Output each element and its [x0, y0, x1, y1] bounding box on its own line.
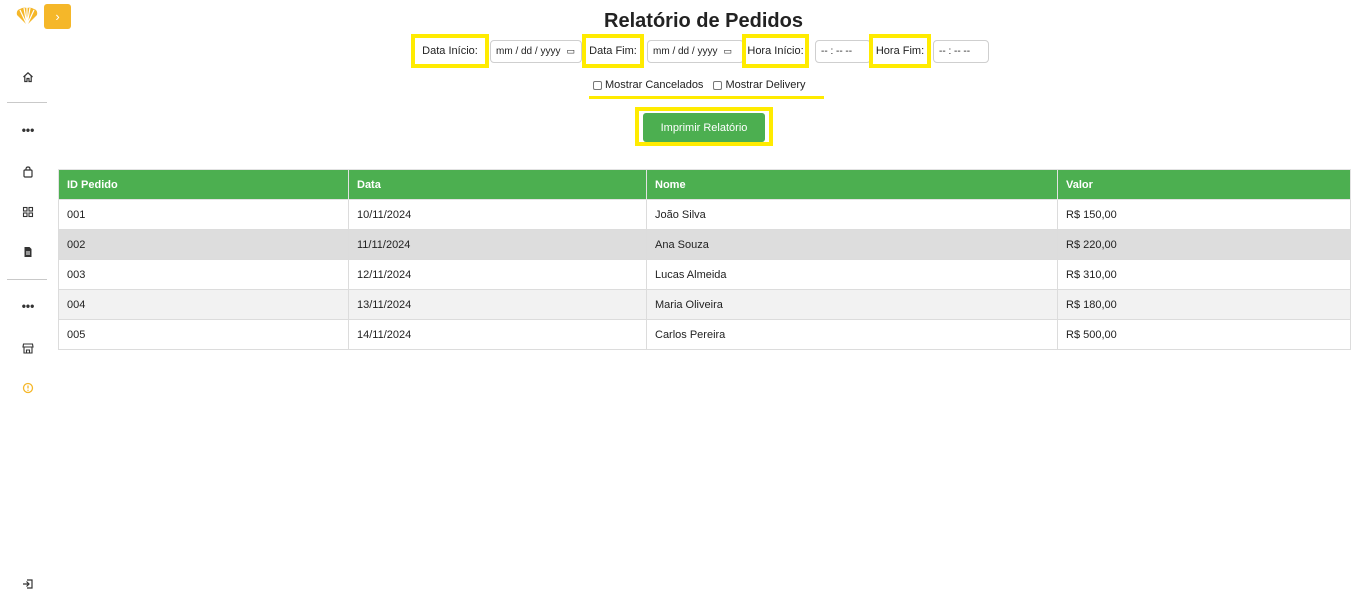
cell-data: 13/11/2024 [348, 289, 647, 320]
cell-id: 005 [58, 319, 349, 350]
column-header-data[interactable]: Data [348, 169, 647, 200]
mostrar-delivery-label: Mostrar Delivery [725, 79, 806, 91]
calendar-icon[interactable]: ▭ [566, 46, 575, 57]
hora-inicio-input[interactable]: -- : -- -- [815, 40, 871, 63]
store-icon[interactable] [20, 340, 36, 356]
grid-icon[interactable] [20, 204, 36, 220]
document-icon[interactable] [20, 244, 36, 260]
hora-inicio-placeholder: -- : -- -- [821, 46, 853, 57]
table-row[interactable]: 004 13/11/2024 Maria Oliveira R$ 180,00 [58, 289, 1351, 320]
orders-table: ID Pedido Data Nome Valor 001 10/11/2024… [58, 169, 1351, 350]
cell-id: 001 [58, 199, 349, 230]
filter-checkboxes: Mostrar Cancelados Mostrar Delivery [593, 76, 816, 94]
table-row[interactable]: 002 11/11/2024 Ana Souza R$ 220,00 [58, 229, 1351, 260]
cell-data: 11/11/2024 [348, 229, 647, 260]
cell-valor: R$ 180,00 [1057, 289, 1351, 320]
cell-nome: João Silva [646, 199, 1058, 230]
data-inicio-input[interactable]: mm / dd / yyyy ▭ [490, 40, 582, 63]
column-header-valor[interactable]: Valor [1057, 169, 1351, 200]
more-icon[interactable]: ••• [20, 298, 36, 314]
cell-nome: Ana Souza [646, 229, 1058, 260]
data-fim-input[interactable]: mm / dd / yyyy ▭ [647, 40, 744, 63]
cell-nome: Maria Oliveira [646, 289, 1058, 320]
highlight-underline [589, 96, 824, 99]
mostrar-delivery-option[interactable]: Mostrar Delivery [713, 79, 806, 91]
cell-valor: R$ 150,00 [1057, 199, 1351, 230]
logout-icon[interactable] [20, 576, 36, 592]
data-fim-placeholder: mm / dd / yyyy [653, 46, 718, 57]
info-icon[interactable] [20, 380, 36, 396]
data-inicio-label: Data Início: [411, 34, 489, 68]
cell-valor: R$ 500,00 [1057, 319, 1351, 350]
hora-fim-placeholder: -- : -- -- [939, 46, 971, 57]
cell-id: 004 [58, 289, 349, 320]
page-title: Relatório de Pedidos [604, 10, 803, 32]
sidebar-divider [7, 279, 47, 280]
table-row[interactable]: 005 14/11/2024 Carlos Pereira R$ 500,00 [58, 319, 1351, 350]
table-row[interactable]: 001 10/11/2024 João Silva R$ 150,00 [58, 199, 1351, 230]
cell-nome: Carlos Pereira [646, 319, 1058, 350]
more-icon[interactable]: ••• [20, 122, 36, 138]
mostrar-cancelados-option[interactable]: Mostrar Cancelados [593, 79, 703, 91]
column-header-id[interactable]: ID Pedido [58, 169, 349, 200]
table-header-row: ID Pedido Data Nome Valor [58, 169, 1351, 200]
print-report-button[interactable]: Imprimir Relatório [643, 113, 765, 142]
cell-nome: Lucas Almeida [646, 259, 1058, 290]
cell-valor: R$ 310,00 [1057, 259, 1351, 290]
hora-inicio-label: Hora Início: [742, 34, 809, 68]
sidebar: › ••• ••• [0, 0, 71, 612]
mostrar-cancelados-label: Mostrar Cancelados [605, 79, 704, 91]
column-header-nome[interactable]: Nome [646, 169, 1058, 200]
hora-fim-input[interactable]: -- : -- -- [933, 40, 989, 63]
cell-data: 12/11/2024 [348, 259, 647, 290]
bag-icon[interactable] [20, 164, 36, 180]
hora-fim-label: Hora Fim: [869, 34, 931, 68]
home-icon[interactable] [20, 69, 36, 85]
cell-id: 002 [58, 229, 349, 260]
cell-valor: R$ 220,00 [1057, 229, 1351, 260]
data-inicio-placeholder: mm / dd / yyyy [496, 46, 561, 57]
mostrar-cancelados-checkbox[interactable] [593, 80, 602, 90]
cell-data: 14/11/2024 [348, 319, 647, 350]
mostrar-delivery-checkbox[interactable] [713, 80, 723, 90]
table-row[interactable]: 003 12/11/2024 Lucas Almeida R$ 310,00 [58, 259, 1351, 290]
sidebar-divider [7, 102, 47, 103]
data-fim-label: Data Fim: [582, 34, 644, 68]
cell-id: 003 [58, 259, 349, 290]
cell-data: 10/11/2024 [348, 199, 647, 230]
calendar-icon[interactable]: ▭ [723, 46, 732, 57]
